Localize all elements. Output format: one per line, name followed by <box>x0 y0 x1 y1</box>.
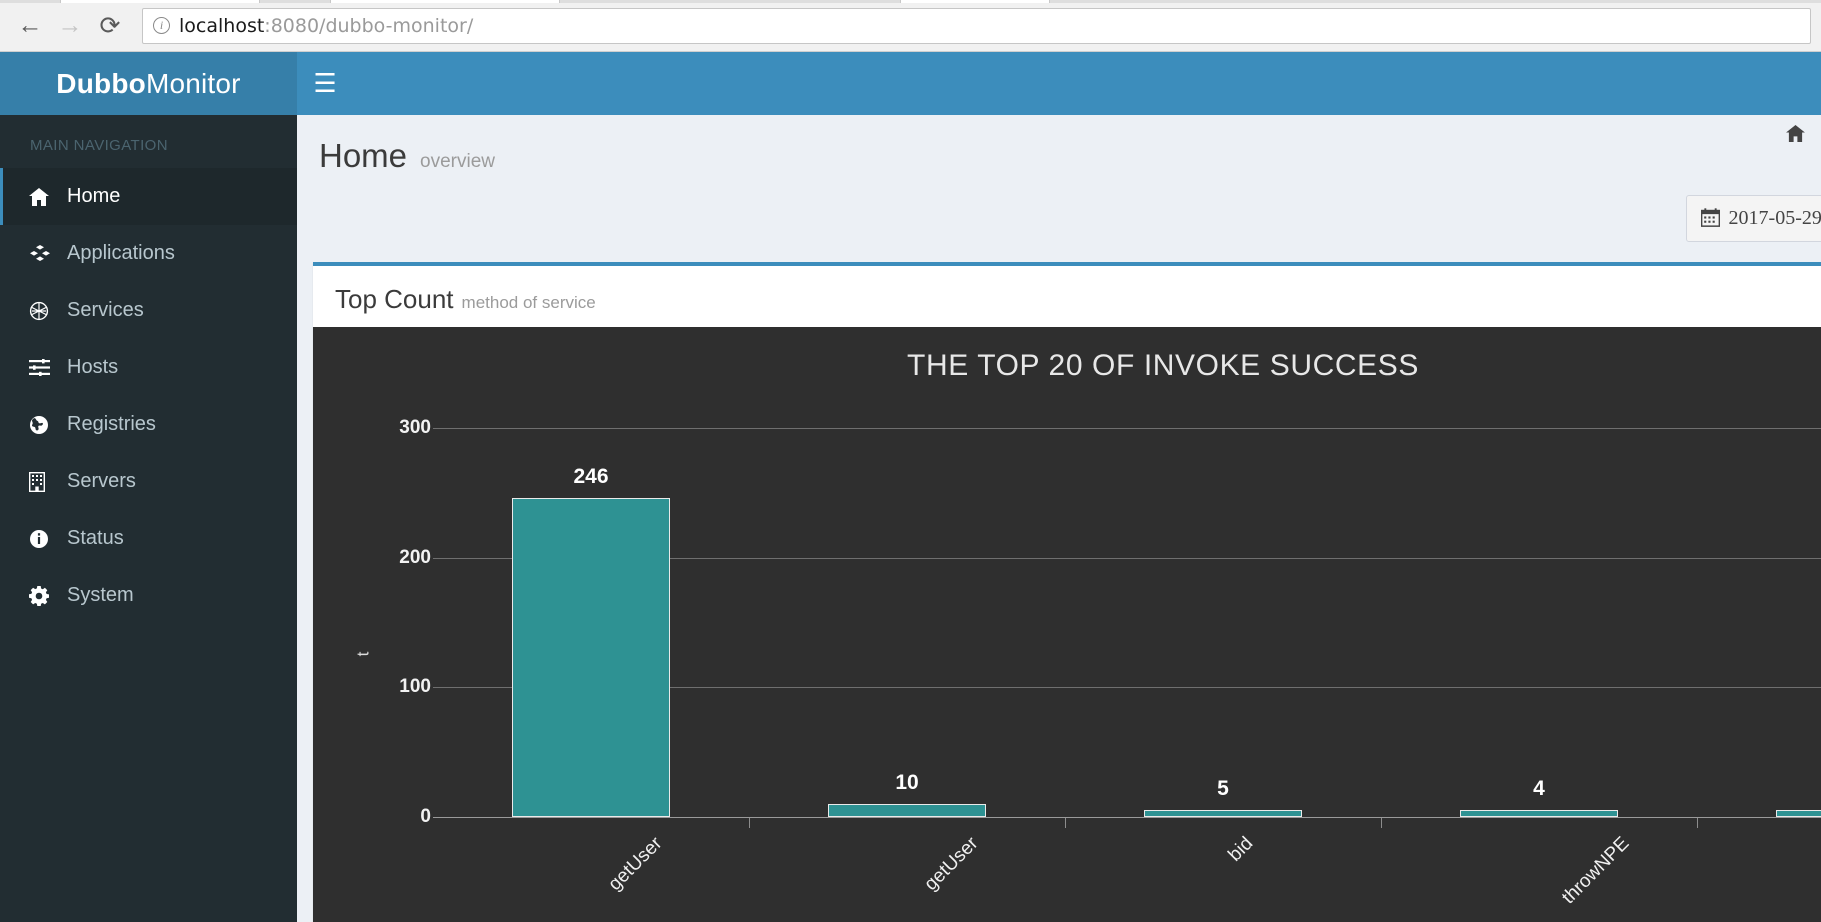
daterange-row: 2017-05-29 ~ 2017-05-29 <box>297 175 1821 242</box>
sidebar-item-label: Status <box>67 527 124 549</box>
site-info-icon[interactable]: i <box>153 17 170 34</box>
card-subtitle: method of service <box>461 293 596 312</box>
chart-bar[interactable] <box>512 497 670 817</box>
sidebar-item-status[interactable]: Status <box>0 510 297 567</box>
chart-title: THE TOP 20 OF INVOKE SUCCESS <box>907 349 1419 382</box>
chart-x-tick-label: bid <box>1224 833 1258 866</box>
top-navbar: ☰ <box>297 52 1821 115</box>
chart-bar[interactable] <box>1460 810 1618 817</box>
sidebar-item-hosts[interactable]: Hosts <box>0 339 297 396</box>
sidebar-item-services[interactable]: Services <box>0 282 297 339</box>
url-text: localhost:8080/dubbo-monitor/ <box>179 15 473 37</box>
sidebar-item-label: Registries <box>67 413 156 435</box>
chart-x-tick-label: getUser <box>604 833 667 895</box>
browser-chrome: ← → ⟳ i localhost:8080/dubbo-monitor/ <box>0 0 1821 52</box>
chart-bar[interactable] <box>828 804 986 817</box>
app-root: Dubbo Monitor MAIN NAVIGATION Home Applic… <box>0 52 1821 922</box>
building-icon <box>29 471 61 492</box>
chart-bar-value-label: 4 <box>1533 777 1545 800</box>
chart-y-axis-label: t <box>353 651 373 656</box>
sidebar-item-label: Applications <box>67 242 175 264</box>
sidebar-item-registries[interactable]: Registries <box>0 396 297 453</box>
browser-tab-stub-1[interactable] <box>60 0 260 3</box>
url-path: :8080/dubbo-monitor/ <box>264 14 474 37</box>
card-title: Top Count <box>335 284 454 314</box>
back-button[interactable]: ← <box>10 6 50 46</box>
sidebar-item-label: Hosts <box>67 356 119 378</box>
chart-x-tick <box>1381 817 1382 828</box>
sidebar-item-label: System <box>67 584 134 606</box>
globe-icon <box>29 415 61 435</box>
sidebar-item-label: Servers <box>67 470 136 492</box>
chart-x-tick <box>1697 817 1698 828</box>
chart-bar-group[interactable]: 4 <box>1776 402 1821 817</box>
sidebar-item-home[interactable]: Home <box>0 168 297 225</box>
sidebar: Dubbo Monitor MAIN NAVIGATION Home Applic… <box>0 52 297 922</box>
breadcrumb[interactable] <box>1786 125 1805 147</box>
reload-button[interactable]: ⟳ <box>90 6 130 46</box>
chart-bar-value-label: 10 <box>895 771 919 795</box>
calendar-icon <box>1700 207 1720 230</box>
invoke-success-bar-chart[interactable]: THE TOP 20 OF INVOKE SUCCESS t 0 100 200 30… <box>313 327 1821 922</box>
main-content: Home overview 2017-05-29 ~ 2017-05-29 <box>297 115 1821 922</box>
top-count-card: Top Count method of service THE TOP 20 O… <box>313 262 1821 922</box>
sliders-icon <box>29 359 61 376</box>
chart-bar-group[interactable]: 5 <box>1144 402 1302 817</box>
cubes-icon <box>29 244 61 263</box>
chart-y-tick-label: 200 <box>399 546 431 568</box>
chart-x-tick <box>749 817 750 828</box>
sidebar-section-header: MAIN NAVIGATION <box>30 137 168 154</box>
chart-x-tick-label: throwNPE <box>1558 833 1634 909</box>
chart-y-tick-label: 100 <box>399 676 431 698</box>
card-header: Top Count method of service <box>313 266 1821 327</box>
page-subtitle: overview <box>420 151 496 172</box>
gear-icon <box>29 585 61 606</box>
chart-bar-value-label: 5 <box>1217 777 1229 800</box>
app-logo[interactable]: Dubbo Monitor <box>0 52 297 115</box>
chart-bar[interactable] <box>1776 810 1821 817</box>
chart-y-tick-label: 0 <box>420 806 431 827</box>
sidebar-item-label: Services <box>67 299 144 321</box>
url-host: localhost <box>179 14 265 37</box>
sidebar-item-system[interactable]: System <box>0 567 297 624</box>
chart-bar-group[interactable]: 246 <box>512 402 670 817</box>
browser-tab-stub-2[interactable] <box>330 0 560 3</box>
home-icon <box>29 187 61 206</box>
chart-bar-group[interactable]: 4 <box>1460 402 1618 817</box>
chart-bar[interactable] <box>1144 810 1302 817</box>
chart-bars: 246getUser10getUser5bid4throwNPE4registe… <box>433 402 1821 922</box>
date-range-picker[interactable]: 2017-05-29 ~ 2017-05-29 <box>1685 195 1821 242</box>
chart-x-tick-label: getUser <box>920 833 983 895</box>
chart-x-axis-line <box>433 817 1821 818</box>
chart-bar-value-label: 4 <box>1776 777 1821 801</box>
chart-plot-area: t 0 100 200 300 246 getUser 10 getUser 5 bid 4 thr… <box>353 402 1821 922</box>
sitemap-icon <box>29 301 61 321</box>
breadcrumb-home-icon[interactable] <box>1786 125 1805 146</box>
logo-bold-text: Dubbo <box>56 67 146 99</box>
chart-x-tick <box>1065 817 1066 828</box>
chart-bar-group[interactable]: 10 <box>828 402 986 817</box>
browser-tab-stub-3[interactable] <box>900 0 1050 3</box>
sidebar-item-label: Home <box>67 185 121 207</box>
content-wrapper: ☰ Home overview 2017-05-29 ~ 2017-05-29 <box>297 52 1821 922</box>
date-range-value: 2017-05-29 ~ 2017-05-29 <box>1728 207 1821 229</box>
page-title: Home <box>319 137 408 174</box>
sidebar-toggle-button[interactable]: ☰ <box>297 68 353 99</box>
chart-y-tick-label: 300 <box>399 416 431 438</box>
logo-light-text: Monitor <box>145 67 241 99</box>
forward-button[interactable]: → <box>50 6 90 46</box>
address-bar[interactable]: i localhost:8080/dubbo-monitor/ <box>142 7 1811 44</box>
info-circle-icon <box>29 529 61 549</box>
page-header: Home overview <box>297 137 1821 175</box>
sidebar-item-applications[interactable]: Applications <box>0 225 297 282</box>
chart-bar-value-label: 246 <box>573 464 609 488</box>
sidebar-item-servers[interactable]: Servers <box>0 453 297 510</box>
